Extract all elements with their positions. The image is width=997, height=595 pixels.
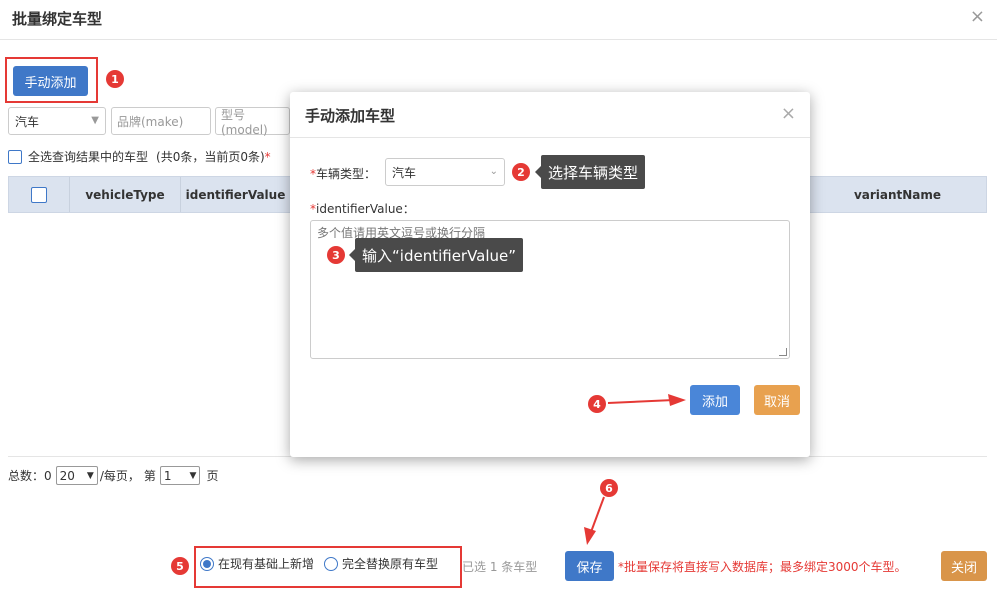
column-header-variantname[interactable]: variantName <box>809 177 986 212</box>
vehicle-type-select[interactable]: 汽车 ▼ <box>8 107 106 135</box>
selected-count: 已选 1 条车型 <box>462 560 538 574</box>
modal-vehicle-type-value: 汽车 <box>392 165 417 180</box>
page-size-select[interactable]: 20 ▼ <box>55 466 98 485</box>
outer-header: 批量绑定车型 × <box>0 0 997 40</box>
annotation-box-manual-add <box>5 57 98 103</box>
chevron-down-icon: ▼ <box>86 470 94 481</box>
annotation-badge-2: 2 <box>512 163 530 181</box>
annotation-badge-1: 1 <box>106 70 124 88</box>
total-count: 总数：0 <box>8 469 52 483</box>
column-header-vehicletype[interactable]: vehicleType <box>70 177 181 212</box>
page-number-value: 1 <box>163 468 172 483</box>
identifier-label-text: identifierValue： <box>316 202 415 216</box>
save-warning: *批量保存将直接写入数据库；最多绑定3000个车型。 <box>618 560 907 574</box>
tooltip-identifier: 输入“identifierValue” <box>348 238 524 272</box>
modal-cancel-button[interactable]: 取消 <box>754 385 800 415</box>
chevron-down-icon: ⌄ <box>489 166 498 177</box>
chevron-down-icon: ▼ <box>189 470 197 481</box>
select-all-label: 全选查询结果中的车型 <box>28 150 149 164</box>
close-icon[interactable]: × <box>781 103 796 124</box>
manual-add-modal: 手动添加车型 × *车辆类型： 汽车 ⌄ *identifierValue： 多… <box>290 92 810 457</box>
close-icon[interactable]: × <box>970 6 985 27</box>
required-mark: * <box>264 149 271 164</box>
select-all-checkbox[interactable] <box>8 149 22 164</box>
result-count: (共0条，当前页0条) <box>156 150 265 164</box>
page-title: 批量绑定车型 <box>12 10 103 28</box>
page-size-value: 20 <box>59 468 75 483</box>
annotation-box-radios <box>194 546 462 588</box>
annotation-badge-6: 6 <box>600 479 618 497</box>
model-input[interactable]: 型号(model) <box>215 107 290 137</box>
annotation-badge-3: 3 <box>327 246 345 264</box>
vehicle-type-label-text: 车辆类型： <box>316 167 377 181</box>
pagination: 总数：0 20 ▼ /每页， 第 1 ▼ 页 <box>8 466 218 485</box>
page-prefix: 第 <box>143 469 156 483</box>
modal-add-button[interactable]: 添加 <box>690 385 740 415</box>
identifier-label: *identifierValue： <box>310 200 415 217</box>
save-button[interactable]: 保存 <box>565 551 614 581</box>
header-checkbox-cell <box>9 177 70 212</box>
column-header-identifiervalue[interactable]: identifierValue <box>181 177 291 212</box>
vehicle-type-label: *车辆类型： <box>310 165 376 182</box>
modal-header: 手动添加车型 × <box>290 92 810 138</box>
resize-handle-icon[interactable] <box>779 348 787 356</box>
tooltip-vehicle-type: 选择车辆类型 <box>534 155 646 189</box>
per-page-label: /每页， <box>99 469 140 483</box>
make-input[interactable]: 品牌(make) <box>111 107 211 135</box>
arrow-to-save-button <box>584 496 605 545</box>
modal-title: 手动添加车型 <box>305 107 396 125</box>
page-number-select[interactable]: 1 ▼ <box>159 466 201 485</box>
annotation-badge-5: 5 <box>171 557 189 575</box>
vehicle-type-select-value: 汽车 <box>15 114 40 129</box>
annotation-badge-4: 4 <box>588 395 606 413</box>
close-button[interactable]: 关闭 <box>941 551 987 581</box>
modal-vehicle-type-select[interactable]: 汽车 ⌄ <box>385 158 505 186</box>
header-checkbox[interactable] <box>31 186 47 203</box>
chevron-down-icon: ▼ <box>91 115 99 126</box>
select-all-row: 全选查询结果中的车型 (共0条，当前页0条) * <box>8 148 271 165</box>
page-suffix: 页 <box>206 469 219 483</box>
